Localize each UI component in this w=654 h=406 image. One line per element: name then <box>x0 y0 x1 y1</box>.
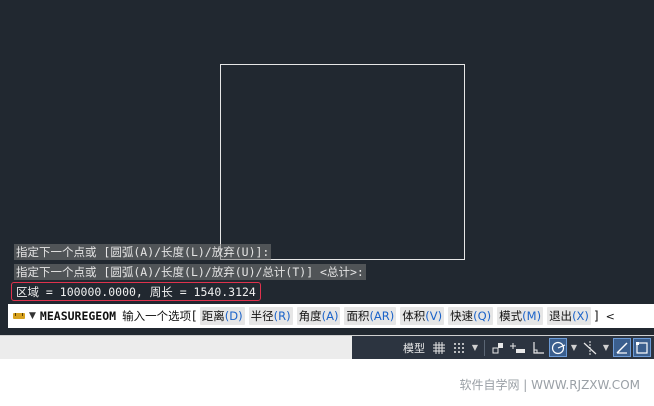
option-distance[interactable]: 距离(D) <box>199 307 245 325</box>
option-radius[interactable]: 半径(R) <box>248 307 293 325</box>
ruler-icon <box>12 310 26 322</box>
separator <box>484 339 485 356</box>
command-line[interactable]: ▼ MEASUREGEOM 输入一个选项 [ 距离(D) 半径(R) 角度(A)… <box>8 304 654 328</box>
option-key: (R) <box>273 309 291 323</box>
command-history-line: 指定下一个点或 [圆弧(A)/长度(L)/放弃(U)/总计(T)] <总计>: <box>14 264 366 280</box>
osnap-tracking-icon[interactable] <box>581 338 599 357</box>
status-tools: 模型 ▼ ▼ ▼ <box>352 336 654 359</box>
watermark: 软件自学网 | WWW.RJZXW.COM <box>459 378 640 392</box>
option-label: 体积 <box>402 309 426 323</box>
dynamic-input-icon[interactable] <box>509 338 527 357</box>
option-volume[interactable]: 体积(V) <box>400 307 445 325</box>
option-key: (D) <box>224 309 243 323</box>
option-mode[interactable]: 模式(M) <box>497 307 544 325</box>
polar-tracking-icon[interactable] <box>549 338 567 357</box>
snap-icon[interactable] <box>450 338 468 357</box>
measure-result-text: 区域 = 100000.0000, 周长 = 1540.3124 <box>16 284 256 299</box>
measure-result-highlight: 区域 = 100000.0000, 周长 = 1540.3124 <box>11 282 261 301</box>
chevron-down-icon[interactable]: ▼ <box>29 311 36 321</box>
option-key: (V) <box>425 309 443 323</box>
option-quick[interactable]: 快速(Q) <box>448 307 494 325</box>
drawing-canvas[interactable]: 指定下一个点或 [圆弧(A)/长度(L)/放弃(U)]: 指定下一个点或 [圆弧… <box>0 0 654 335</box>
option-label: 退出 <box>549 309 573 323</box>
option-key: (AR) <box>369 309 395 323</box>
command-prompt: 输入一个选项 <box>122 309 192 323</box>
ortho-icon[interactable] <box>529 338 547 357</box>
grid-icon[interactable] <box>430 338 448 357</box>
chevron-down-icon[interactable]: ▼ <box>569 338 579 357</box>
option-key: (M) <box>522 309 542 323</box>
chevron-down-icon[interactable]: ▼ <box>601 338 611 357</box>
option-key: (X) <box>572 309 589 323</box>
option-label: 半径 <box>250 309 274 323</box>
selection-cycling-icon[interactable] <box>633 338 651 357</box>
chevron-down-icon[interactable]: ▼ <box>470 338 480 357</box>
command-history-line: 指定下一个点或 [圆弧(A)/长度(L)/放弃(U)]: <box>14 244 272 260</box>
option-key: (A) <box>321 309 339 323</box>
option-label: 角度 <box>298 309 322 323</box>
option-area[interactable]: 面积(AR) <box>344 307 397 325</box>
option-key: (Q) <box>473 309 492 323</box>
option-label: 距离 <box>201 309 225 323</box>
drawn-rectangle[interactable] <box>220 64 465 260</box>
command-name: MEASUREGEOM <box>39 309 117 323</box>
open-bracket: [ <box>192 309 197 323</box>
status-bar: 模型 ▼ ▼ ▼ <box>0 335 654 359</box>
option-label: 面积 <box>346 309 370 323</box>
command-trailing: < <box>605 309 615 323</box>
option-exit[interactable]: 退出(X) <box>547 307 591 325</box>
option-label: 快速 <box>450 309 474 323</box>
option-angle[interactable]: 角度(A) <box>296 307 341 325</box>
infer-constraints-icon[interactable] <box>489 338 507 357</box>
model-space-button[interactable]: 模型 <box>400 338 428 357</box>
option-label: 模式 <box>499 309 523 323</box>
close-bracket: ] <box>593 309 599 323</box>
lineweight-icon[interactable] <box>613 338 631 357</box>
